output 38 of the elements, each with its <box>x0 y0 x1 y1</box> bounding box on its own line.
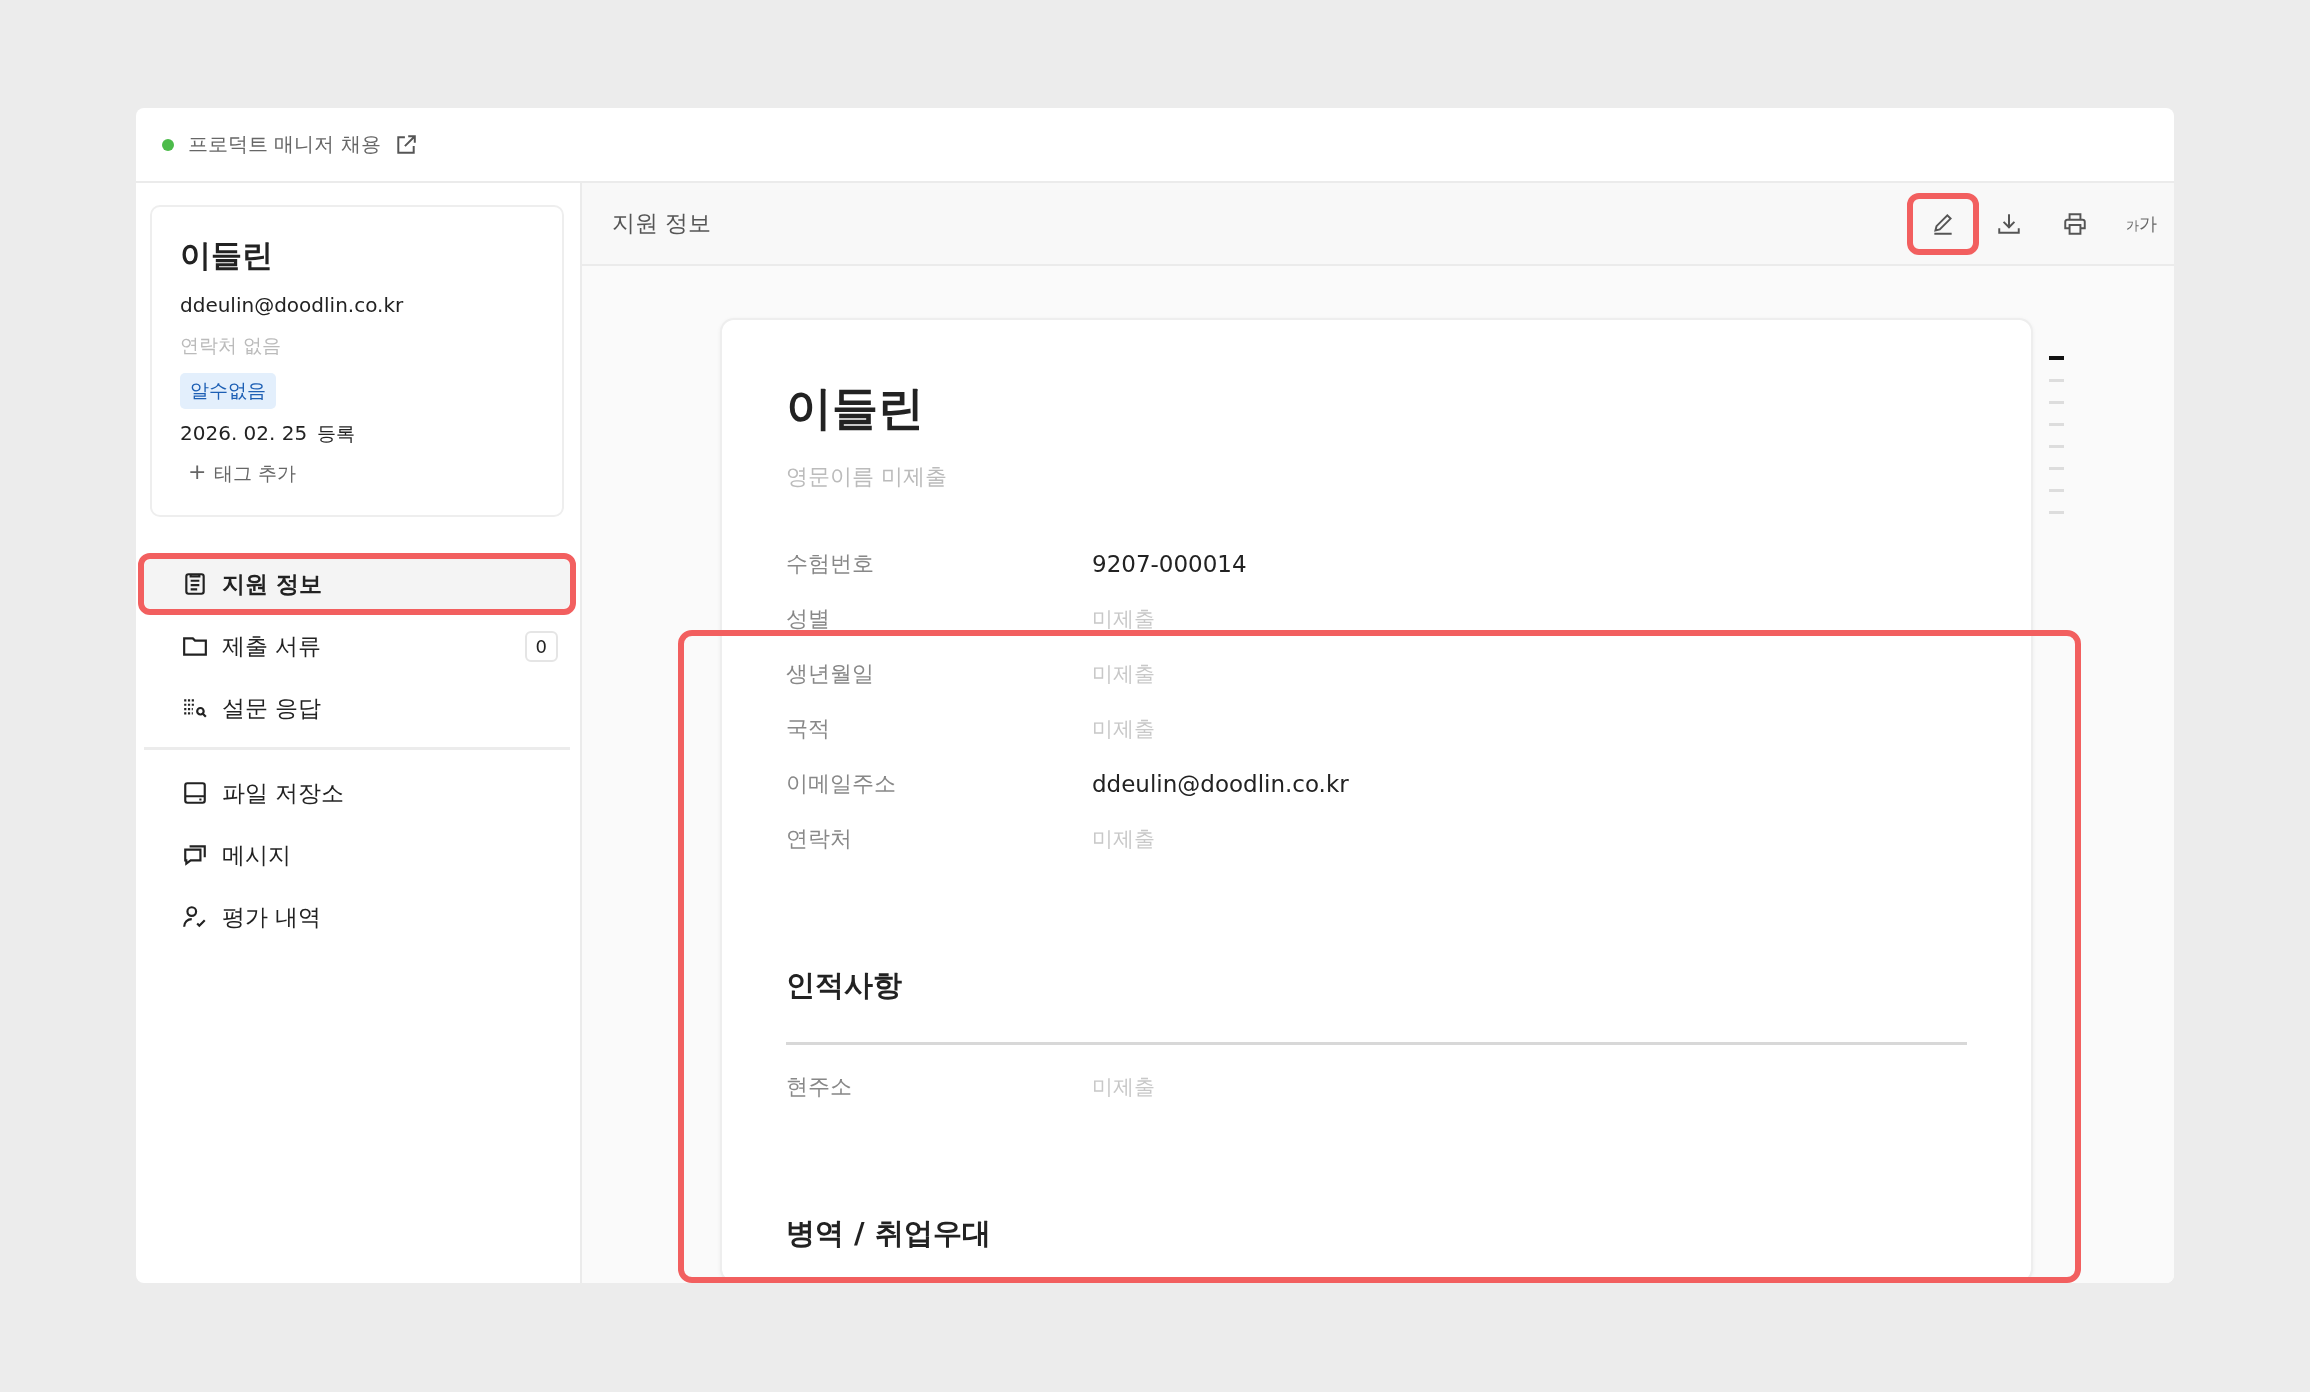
drive-icon <box>182 780 208 806</box>
sidebar-item[interactable]: 설문 응답 <box>144 683 570 733</box>
sidebar-item[interactable]: 평가 내역 <box>144 892 570 942</box>
job-title: 프로덕트 매니저 채용 <box>188 131 381 158</box>
field-label: 성별 <box>786 604 831 633</box>
registered-date: 2026. 02. 25 <box>180 421 308 447</box>
section-heading: 인적사항 <box>786 967 903 1004</box>
font-size-button[interactable]: 가가 <box>2108 195 2174 252</box>
english-name: 영문이름 미제출 <box>786 463 948 491</box>
person-check-icon <box>182 904 208 930</box>
sidebar-item[interactable]: 파일 저장소 <box>144 768 570 818</box>
external-link-icon[interactable] <box>394 133 417 156</box>
sidebar-item[interactable]: 제출 서류 0 <box>144 621 570 671</box>
outline-marker[interactable] <box>2049 356 2064 360</box>
chat-icon <box>182 842 208 868</box>
candidate-phone: 연락처 없음 <box>180 333 283 358</box>
field-label: 현주소 <box>786 1072 853 1101</box>
candidate-email: ddeulin@doodlin.co.kr <box>180 293 405 317</box>
candidate-tag[interactable]: 알수없음 <box>180 373 276 409</box>
registered-label: 등록 <box>317 421 356 446</box>
clipboard-icon <box>182 571 208 597</box>
field-label: 연락처 <box>786 824 853 853</box>
candidate-name: 이들린 <box>180 236 274 275</box>
sidebar-item[interactable]: 메시지 <box>144 830 570 880</box>
count-badge: 0 <box>524 630 558 662</box>
field-value: 9207-000014 <box>1092 550 1247 577</box>
section-heading: 병역 / 취업우대 <box>786 1215 992 1252</box>
field-label: 생년월일 <box>786 659 875 688</box>
field-label: 국적 <box>786 714 831 743</box>
status-dot <box>162 138 174 151</box>
field-label: 이메일주소 <box>786 769 897 798</box>
document-name: 이들린 <box>786 380 925 437</box>
add-tag-button[interactable]: + 태그 추가 <box>180 457 305 491</box>
printer-icon <box>2062 210 2088 237</box>
sidebar-item[interactable]: 지원 정보 <box>144 559 570 609</box>
section-title: 지원 정보 <box>612 209 712 238</box>
field-label: 수험번호 <box>786 549 875 578</box>
field-value: ddeulin@doodlin.co.kr <box>1092 770 1349 797</box>
